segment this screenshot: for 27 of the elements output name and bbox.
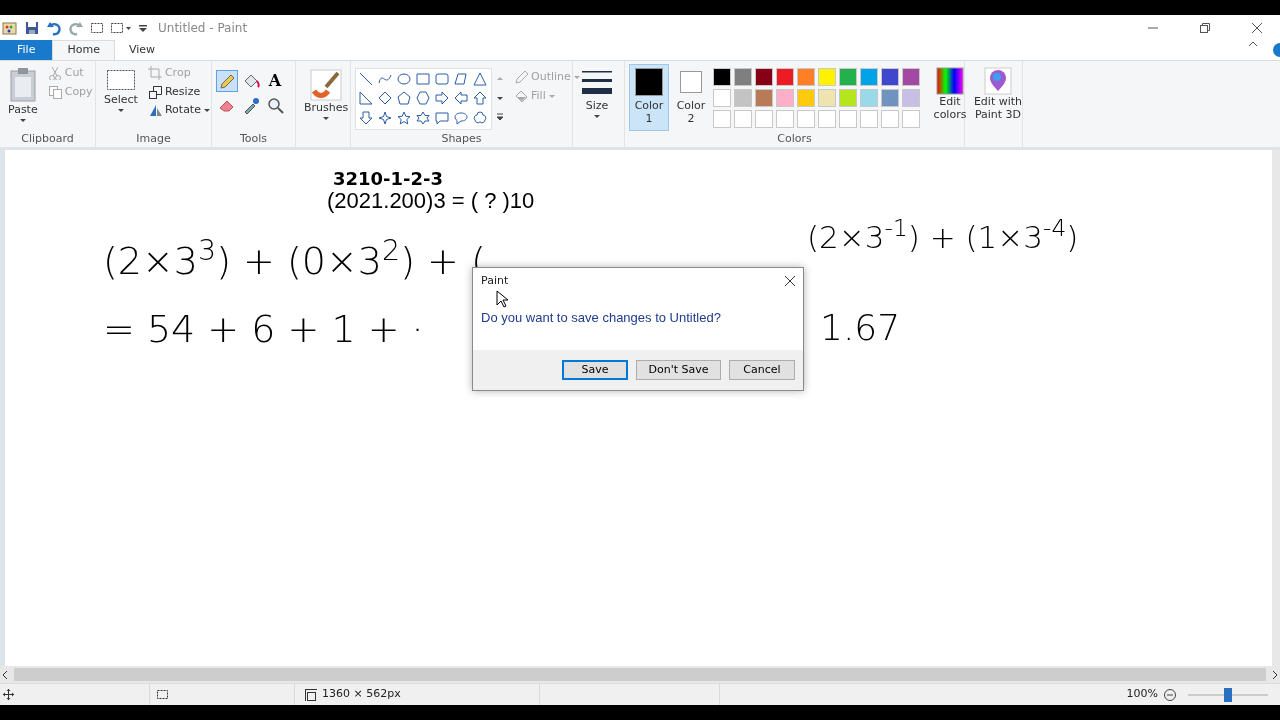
- select-button[interactable]: Select: [100, 64, 142, 131]
- dialog-button[interactable]: Save: [562, 360, 628, 380]
- brushes-button[interactable]: Brushes: [300, 66, 353, 131]
- ribbon-tab[interactable]: File: [0, 40, 53, 60]
- handwritten-text: 1.67: [820, 310, 901, 346]
- group-label: Colors: [776, 131, 813, 147]
- paste-button[interactable]: Paste: [4, 64, 42, 131]
- group-label: Image: [135, 131, 172, 147]
- group-label: Shapes: [440, 131, 483, 147]
- canvas-size-text: 1360 × 562px: [322, 686, 401, 703]
- ribbon-tab[interactable]: Home: [52, 40, 115, 60]
- color-slot[interactable]: Color 2: [671, 64, 711, 131]
- dialog-button[interactable]: Cancel: [729, 360, 795, 380]
- zoom-level-text: 100%: [1126, 686, 1158, 703]
- dialog-title: Paint: [481, 272, 509, 289]
- group-label: Tools: [238, 131, 269, 147]
- handwritten-text: 3210-1-2-3: [333, 170, 444, 188]
- text-tool[interactable]: A: [264, 70, 286, 92]
- dialog-message: Do you want to save changes to Untitled?: [481, 310, 721, 325]
- typed-text: (2021.200)3 = ( ? )10: [327, 190, 535, 212]
- dialog-button[interactable]: Don't Save: [636, 360, 721, 380]
- group-label: Clipboard: [20, 131, 75, 147]
- color-slot[interactable]: Color 1: [629, 64, 669, 131]
- window-title: Untitled - Paint: [158, 19, 248, 37]
- rotate-button[interactable]: Rotate: [145, 101, 212, 120]
- resize-button[interactable]: Resize: [145, 82, 212, 101]
- handwritten-text: = 54 + 6 + 1 + ·: [103, 310, 424, 348]
